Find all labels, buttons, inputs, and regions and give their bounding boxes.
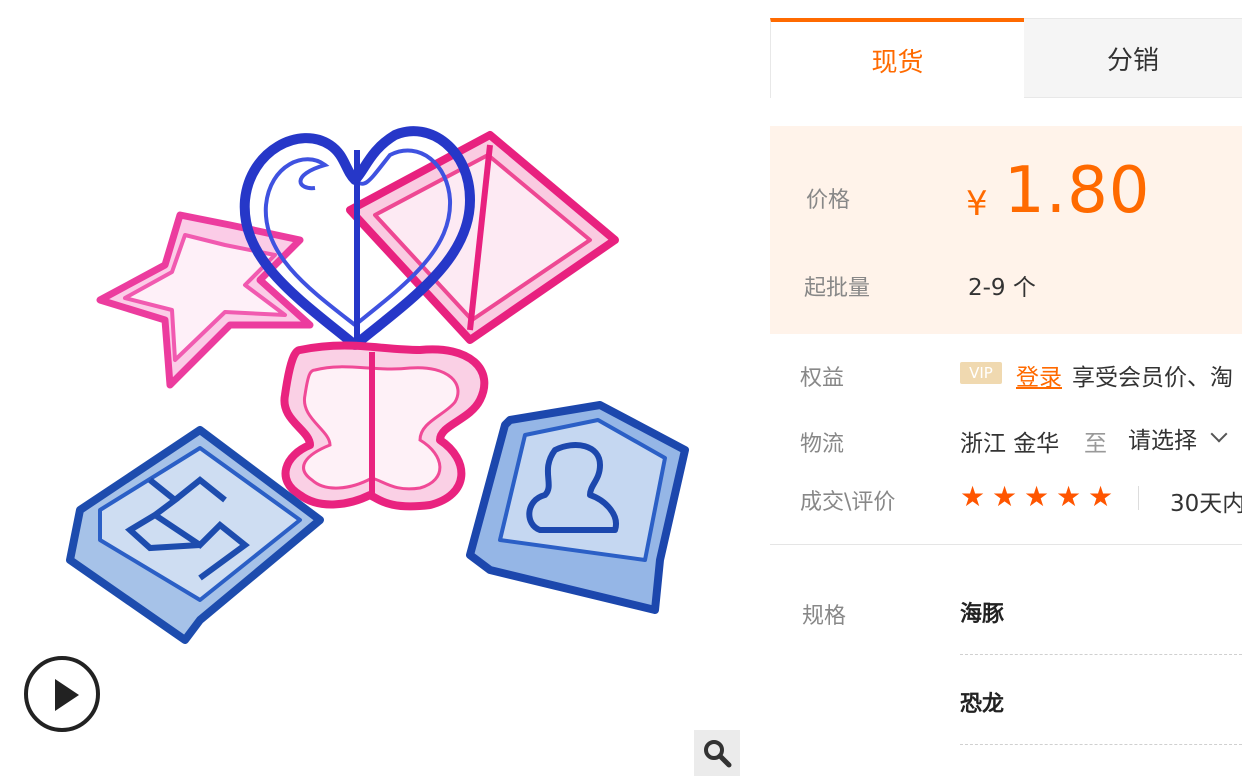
- price-label: 价格: [806, 188, 851, 213]
- pink-butterfly-cutter: [280, 341, 489, 511]
- section-divider: [770, 544, 1242, 545]
- rights-text: 享受会员价、淘: [1072, 365, 1233, 391]
- play-video-button[interactable]: [24, 656, 100, 732]
- magnifier-icon: [704, 740, 732, 768]
- rating-divider: [1138, 486, 1139, 510]
- price-value: 1.80: [1004, 154, 1151, 228]
- blue-puzzle-cutter: [66, 426, 324, 644]
- star-icon: ★: [1024, 480, 1050, 513]
- sale-mode-tabs: 现货 分销: [770, 18, 1242, 98]
- vip-badge: VIP: [960, 362, 1002, 384]
- destination-select[interactable]: 请选择: [1128, 418, 1228, 458]
- spec-option[interactable]: 海豚: [960, 596, 1242, 640]
- star-icon: ★: [1056, 480, 1082, 513]
- play-icon: [55, 679, 79, 711]
- deal-label: 成交\评价: [800, 490, 896, 515]
- blue-house-cutter: [466, 401, 689, 614]
- spec-option[interactable]: 恐龙: [960, 686, 1242, 730]
- star-icon: ★: [1088, 480, 1114, 513]
- price-box: 价格 ¥ 1.80 起批量 2-9 个: [770, 126, 1242, 334]
- pink-diamond-cutter: [346, 131, 619, 344]
- moq-value: 2-9 个: [968, 275, 1036, 301]
- rating-stars[interactable]: ★ ★ ★ ★ ★: [960, 482, 1120, 512]
- logistics-label: 物流: [800, 432, 845, 457]
- price-currency: ¥: [966, 184, 988, 224]
- spec-label: 规格: [802, 604, 847, 629]
- logistics-to: 至: [1084, 431, 1107, 457]
- spec-separator: [960, 654, 1242, 655]
- tab-spot[interactable]: 现货: [770, 18, 1024, 98]
- star-icon: ★: [992, 480, 1018, 513]
- rights-label: 权益: [800, 366, 845, 391]
- logistics-origin: 浙江 金华: [960, 431, 1060, 457]
- product-gallery: [0, 0, 760, 778]
- pink-star-cutter: [96, 211, 314, 389]
- sales-text: 30天内: [1170, 491, 1242, 517]
- moq-label: 起批量: [804, 276, 871, 301]
- login-link[interactable]: 登录: [1016, 358, 1062, 392]
- spec-separator: [960, 744, 1242, 745]
- destination-select-label: 请选择: [1128, 428, 1197, 454]
- tab-distribution[interactable]: 分销: [1024, 18, 1242, 98]
- chevron-down-icon: [1210, 425, 1228, 443]
- zoom-button[interactable]: [694, 730, 740, 776]
- purchase-panel: 现货 分销 价格 ¥ 1.80 起批量 2-9 个 权益 VIP 登录 享受会员…: [770, 0, 1242, 778]
- star-icon: ★: [960, 480, 986, 513]
- product-image[interactable]: [0, 0, 760, 778]
